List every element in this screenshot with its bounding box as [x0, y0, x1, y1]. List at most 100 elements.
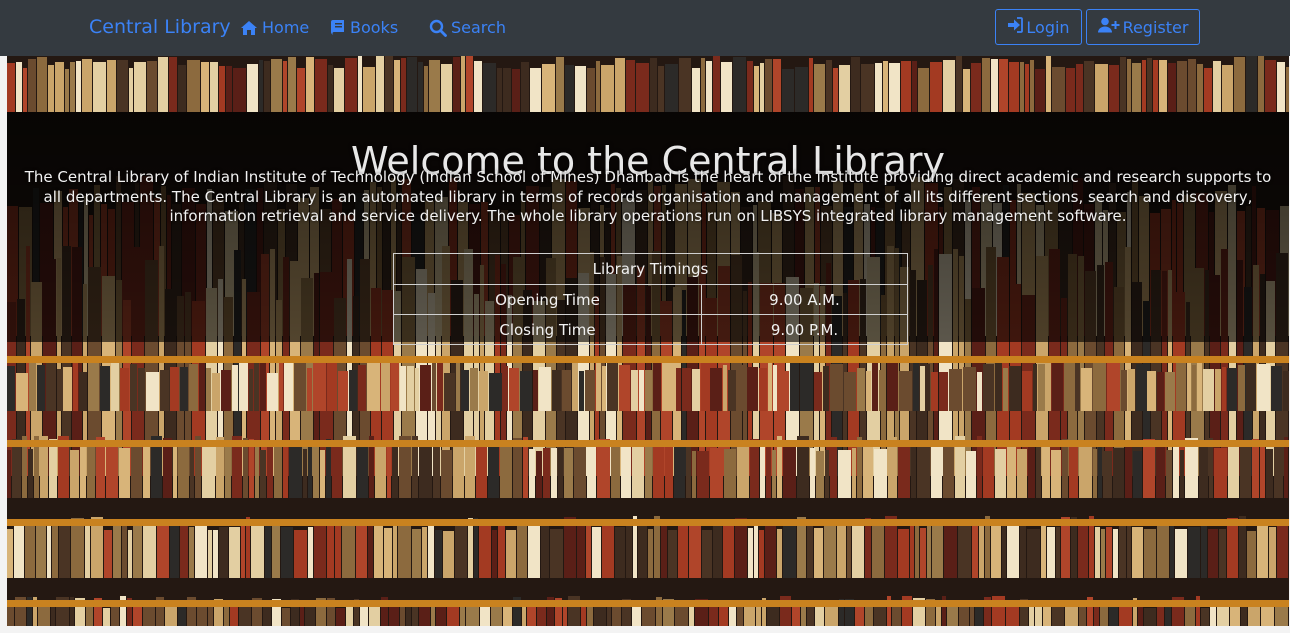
book-spine: [1079, 447, 1092, 498]
book-spine: [283, 447, 288, 498]
book-spine: [25, 525, 35, 578]
book-spine: [7, 604, 14, 626]
book-spine: [760, 63, 764, 112]
book-spine: [267, 373, 278, 411]
book-spine: [306, 57, 314, 112]
book-spine: [503, 366, 508, 411]
book-spine: [936, 605, 941, 626]
book-spine: [229, 527, 240, 578]
nav-books-link[interactable]: Books: [330, 18, 398, 37]
book-spine: [1219, 529, 1226, 578]
book-spine: [815, 605, 824, 626]
book-spine: [52, 522, 58, 578]
book-spine: [129, 68, 133, 112]
book-spine: [47, 520, 51, 578]
book-spine: [1022, 371, 1032, 411]
book-spine: [197, 605, 207, 626]
book-spine: [800, 363, 813, 411]
book-spine: [1046, 56, 1051, 112]
book-spine: [706, 61, 712, 112]
nav-home-link[interactable]: Home: [240, 18, 309, 37]
book-spine: [1176, 363, 1186, 411]
book-spine: [759, 530, 764, 578]
book-spine: [710, 448, 723, 498]
book-spine: [46, 362, 56, 411]
book-spine: [1275, 605, 1288, 626]
book-spine: [550, 529, 563, 578]
book-spine: [247, 64, 258, 112]
book-spine: [1258, 56, 1264, 112]
book-spine: [28, 59, 36, 112]
book-spine: [28, 449, 33, 498]
book-spine: [572, 361, 578, 411]
book-spine: [202, 442, 215, 498]
book-spine: [1056, 527, 1060, 578]
book-spine: [702, 530, 712, 578]
book-spine: [122, 523, 127, 578]
book-spine: [995, 449, 1006, 498]
shelf-plank: [7, 519, 1289, 526]
book-spine: [650, 58, 657, 112]
book-spine: [863, 441, 873, 498]
book-spine: [461, 370, 469, 411]
book-spine: [1084, 61, 1094, 112]
book-spine: [1153, 60, 1158, 112]
register-button[interactable]: Register: [1086, 9, 1200, 45]
book-spine: [564, 448, 573, 498]
book-spine: [564, 517, 576, 578]
book-spine: [289, 441, 302, 498]
book-spine: [1033, 364, 1037, 411]
book-spine: [1269, 527, 1276, 578]
book-spine: [596, 61, 600, 112]
book-spine: [1271, 366, 1282, 411]
book-spine: [756, 607, 761, 626]
table-row: Closing Time 9.00 P.M.: [393, 314, 908, 345]
book-spine: [360, 604, 368, 626]
book-spine: [169, 57, 177, 112]
book-spine: [581, 605, 586, 626]
book-spine: [1007, 443, 1016, 498]
book-spine: [367, 361, 380, 411]
book-spine: [587, 441, 596, 498]
book-spine: [626, 60, 635, 112]
login-button[interactable]: Login: [995, 9, 1082, 45]
book-spine: [631, 370, 638, 411]
book-spine: [701, 363, 709, 411]
book-spine: [221, 370, 231, 411]
book-spine: [59, 519, 70, 578]
book-spine: [224, 606, 229, 626]
book-spine: [754, 66, 759, 112]
book-spine: [539, 367, 551, 411]
book-spine: [393, 520, 397, 578]
brand-link[interactable]: Central Library: [89, 16, 231, 38]
book-spine: [226, 66, 232, 112]
top-navbar: Central Library Home Books Search Login …: [0, 0, 1290, 56]
book-spine: [1197, 64, 1203, 112]
book-spine: [7, 450, 11, 498]
book-spine: [1062, 439, 1068, 498]
book-spine: [1079, 606, 1086, 626]
book-spine: [120, 368, 129, 411]
book-spine: [106, 442, 118, 498]
book-spine: [692, 451, 696, 498]
book-spine: [1127, 523, 1131, 578]
book-spine: [70, 62, 75, 112]
nav-search-link[interactable]: Search: [429, 18, 506, 37]
book-spine: [737, 365, 746, 411]
book-spine: [1180, 450, 1184, 498]
book-spine: [201, 62, 209, 112]
book-spine: [392, 441, 398, 498]
book-spine: [971, 63, 981, 112]
book-spine: [556, 57, 564, 112]
book-spine: [336, 608, 345, 626]
book-spine: [320, 450, 325, 498]
book-spine: [506, 530, 516, 578]
book-spine: [943, 60, 955, 112]
book-spine: [130, 364, 137, 411]
book-spine: [1078, 520, 1088, 578]
book-spine: [418, 62, 423, 112]
book-spine: [274, 444, 282, 498]
book-spine: [874, 449, 887, 498]
book-spine: [956, 56, 962, 112]
book-spine: [1246, 56, 1257, 112]
